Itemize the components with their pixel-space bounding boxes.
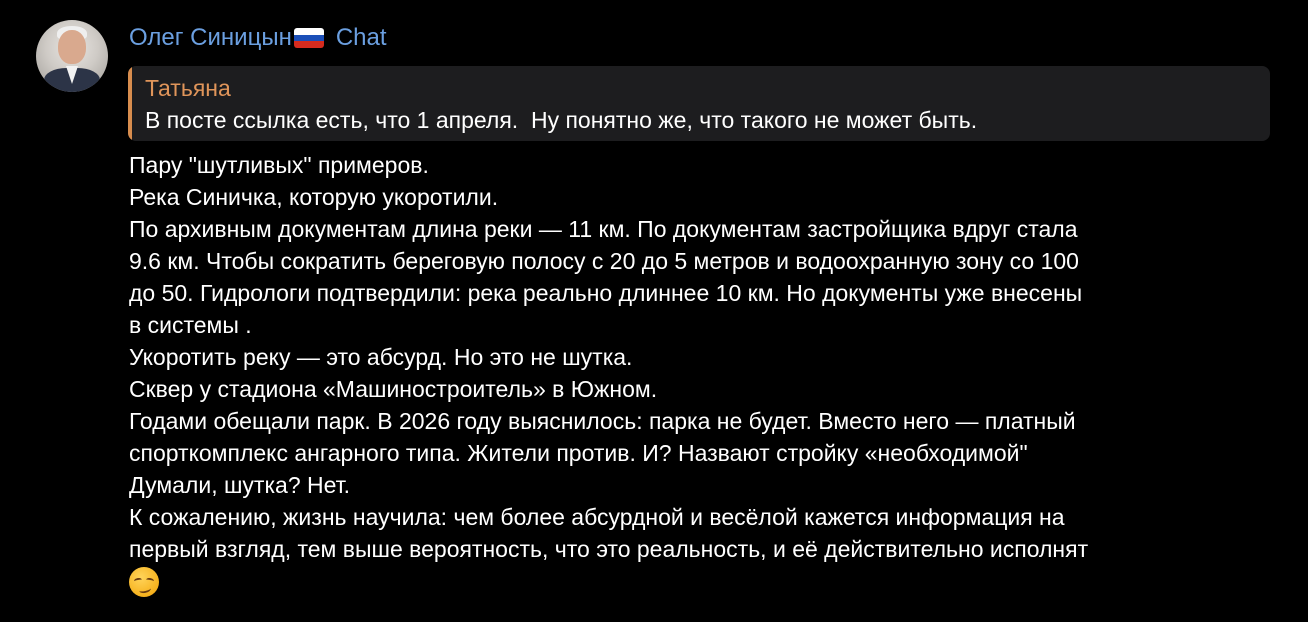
message-line: Укоротить реку — это абсурд. Но это не ш…	[129, 344, 633, 370]
reply-accent-bar	[128, 66, 132, 141]
message-line: спорткомплекс ангарного типа. Жители про…	[129, 440, 1028, 466]
message-header: Олег Синицын Chat	[129, 22, 387, 54]
avatar-face	[58, 30, 86, 64]
message-line: в системы .	[129, 312, 252, 338]
reply-quote[interactable]: Татьяна В посте ссылка есть, что 1 апрел…	[128, 66, 1270, 141]
sender-avatar[interactable]	[36, 20, 108, 92]
emoji-line	[129, 565, 1289, 597]
flag-stripe-red	[293, 41, 324, 48]
message-line: Сквер у стадиона «Машиностроитель» в Южн…	[129, 376, 658, 402]
smirking-face-emoji-icon	[129, 567, 159, 597]
message-line: Годами обещали парк. В 2026 году выяснил…	[129, 408, 1076, 434]
message-line: первый взгляд, тем выше вероятность, что…	[129, 536, 1089, 562]
message-body: Пару "шутливых" примеров. Река Синичка, …	[129, 149, 1289, 597]
reply-text: В посте ссылка есть, что 1 апреля. Ну по…	[145, 107, 978, 133]
russia-flag-icon	[293, 28, 324, 48]
flag-stripe-white	[293, 28, 324, 35]
chat-label[interactable]: Chat	[336, 22, 387, 54]
flag-stripe-blue	[293, 34, 324, 42]
message-line: 9.6 км. Чтобы сократить береговую полосу…	[129, 248, 1079, 274]
emoji-eye	[133, 577, 143, 584]
message-line: до 50. Гидрологи подтвердили: река реаль…	[129, 280, 1083, 306]
reply-author: Татьяна	[145, 75, 231, 101]
message-line: По архивным документам длина реки — 11 к…	[129, 216, 1078, 242]
message-line: Пару "шутливых" примеров.	[129, 152, 429, 178]
sender-name[interactable]: Олег Синицын	[129, 22, 292, 54]
message-line: К сожалению, жизнь научила: чем более аб…	[129, 504, 1065, 530]
message-line: Думали, шутка? Нет.	[129, 472, 351, 498]
emoji-eye	[145, 577, 155, 584]
emoji-mouth	[138, 584, 152, 595]
message-line: Река Синичка, которую укоротили.	[129, 184, 499, 210]
